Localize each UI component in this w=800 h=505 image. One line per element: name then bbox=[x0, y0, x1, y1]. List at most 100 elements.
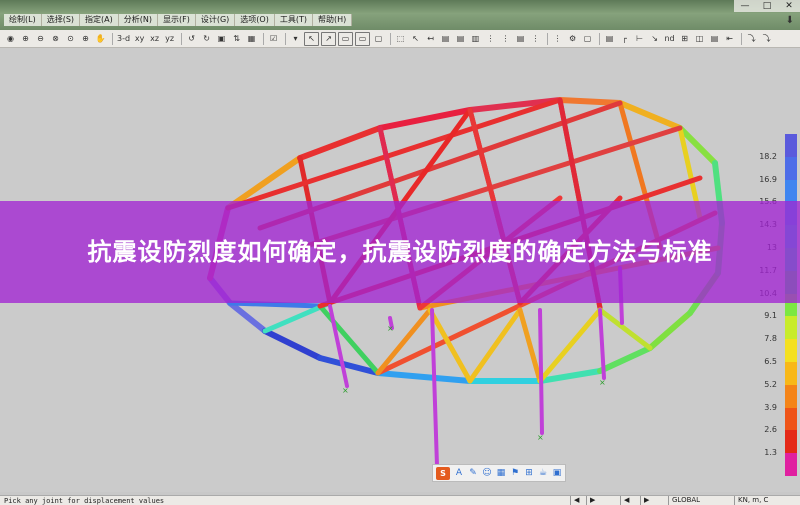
color-legend: 18.216.915.614.31311.710.49.17.86.55.23.… bbox=[759, 134, 797, 477]
toolbar-button-14[interactable]: ⇅ bbox=[230, 33, 243, 45]
menu-item-3[interactable]: 分析(N) bbox=[118, 14, 158, 26]
toolbar-button-39[interactable]: ↘ bbox=[648, 33, 661, 45]
text-tool-icon[interactable]: A bbox=[454, 468, 464, 478]
toolbar-button-46[interactable]: ⤵ bbox=[760, 33, 773, 45]
toolbar-button-1[interactable]: ⊕ bbox=[19, 33, 32, 45]
toolbar-button-4[interactable]: ⊙ bbox=[64, 33, 77, 45]
toolbar-button-34[interactable]: ⚙ bbox=[566, 33, 579, 45]
toolbar-button-22[interactable]: ▢ bbox=[372, 33, 385, 45]
pen-icon[interactable]: ✎ bbox=[468, 468, 478, 478]
prev-view-button[interactable]: ◀ bbox=[620, 496, 629, 505]
toolbar-button-31[interactable]: ▤ bbox=[514, 33, 527, 45]
toolbar-button-26[interactable]: ▤ bbox=[439, 33, 452, 45]
toolbar-button-30[interactable]: ⋮ bbox=[499, 33, 512, 45]
toolbar-button-19[interactable]: ↗ bbox=[321, 31, 337, 46]
frame-member[interactable] bbox=[597, 345, 653, 374]
toolbar-button-38[interactable]: ⊢ bbox=[633, 33, 646, 45]
toolbar-button-25[interactable]: ↤ bbox=[424, 33, 437, 45]
app-logo-icon[interactable]: S bbox=[436, 466, 450, 480]
frame-member[interactable] bbox=[647, 310, 693, 351]
maximize-button[interactable]: □ bbox=[756, 0, 778, 12]
frame-member[interactable] bbox=[328, 304, 349, 388]
menu-item-0[interactable]: 绘制(L) bbox=[4, 14, 42, 26]
units-select[interactable]: KN, m, C bbox=[734, 496, 798, 505]
toolbar-button-45[interactable]: ⤵ bbox=[745, 33, 758, 45]
frame-member[interactable] bbox=[375, 370, 473, 384]
menu-item-7[interactable]: 工具(T) bbox=[274, 14, 313, 26]
frame-member[interactable] bbox=[517, 307, 543, 384]
toolbar-button-32[interactable]: ⋮ bbox=[529, 33, 542, 45]
menu-item-2[interactable]: 指定(A) bbox=[80, 14, 119, 26]
toolbar-button-21[interactable]: ▭ bbox=[355, 31, 371, 46]
menu-item-6[interactable]: 选项(O) bbox=[235, 14, 275, 26]
frame-member[interactable] bbox=[430, 308, 439, 468]
keyboard-icon[interactable]: ▦ bbox=[496, 468, 506, 478]
toolbar-button-13[interactable]: ▣ bbox=[215, 33, 228, 45]
menu-item-4[interactable]: 显示(F) bbox=[157, 14, 196, 26]
toolbar-button-18[interactable]: ↖ bbox=[304, 31, 320, 46]
toolbar-button-40[interactable]: nd bbox=[663, 33, 676, 45]
download-icon[interactable]: ⬇ bbox=[786, 15, 794, 26]
support-icon[interactable]: ⨯ bbox=[387, 324, 394, 333]
frame-member[interactable] bbox=[538, 308, 544, 435]
menu-item-8[interactable]: 帮助(H) bbox=[312, 14, 353, 26]
toolbar-button-15[interactable]: ▦ bbox=[245, 33, 258, 45]
toolbar-button-5[interactable]: ⊕ bbox=[79, 33, 92, 45]
toolbar-button-11[interactable]: ↺ bbox=[185, 33, 198, 45]
toolbar-button-0[interactable]: ◉ bbox=[4, 33, 17, 45]
next-button[interactable]: ▶ bbox=[586, 496, 595, 505]
frame-member[interactable] bbox=[227, 300, 268, 334]
coord-system-select[interactable]: GLOBAL bbox=[668, 496, 730, 505]
shirt-icon[interactable]: ☕ bbox=[538, 468, 548, 478]
toolbar-button-17[interactable]: ▾ bbox=[289, 33, 302, 45]
toolbar-button-27[interactable]: ▤ bbox=[454, 33, 467, 45]
support-icon[interactable]: ⨯ bbox=[537, 433, 544, 442]
toolbar-button-16[interactable]: ☑ bbox=[267, 33, 280, 45]
toolbar-button-35[interactable]: ▢ bbox=[581, 33, 594, 45]
toolbar-button-10[interactable]: yz bbox=[163, 33, 176, 45]
next-view-button[interactable]: ▶ bbox=[640, 496, 649, 505]
toolbar-button-6[interactable]: ✋ bbox=[94, 33, 107, 45]
toolbar-button-7[interactable]: 3-d bbox=[116, 33, 131, 45]
toolbar-button-3[interactable]: ⊗ bbox=[49, 33, 62, 45]
support-icon[interactable]: ⨯ bbox=[599, 378, 606, 387]
menu-item-5[interactable]: 设计(G) bbox=[195, 14, 236, 26]
frame-member[interactable] bbox=[262, 328, 323, 361]
legend-value: 18.2 bbox=[759, 151, 777, 161]
prev-button[interactable]: ◀ bbox=[570, 496, 579, 505]
toolbar-button-37[interactable]: ┌ bbox=[618, 33, 631, 45]
frame-member[interactable] bbox=[375, 307, 433, 376]
toolbar-button-20[interactable]: ▭ bbox=[338, 31, 354, 46]
minimize-button[interactable]: — bbox=[734, 0, 756, 12]
toolbar-button-33[interactable]: ⋮ bbox=[551, 33, 564, 45]
frame-member[interactable] bbox=[297, 125, 383, 161]
frame-member[interactable] bbox=[557, 97, 623, 106]
toolbar-button-2[interactable]: ⊖ bbox=[34, 33, 47, 45]
toolbar-button-12[interactable]: ↻ bbox=[200, 33, 213, 45]
frame-member[interactable] bbox=[227, 300, 323, 309]
toolbar-button-8[interactable]: xy bbox=[133, 33, 146, 45]
toolbar-button-9[interactable]: xz bbox=[148, 33, 161, 45]
legend-band bbox=[785, 156, 797, 181]
toolbar-button-41[interactable]: ⊞ bbox=[678, 33, 691, 45]
frame-member[interactable] bbox=[467, 307, 523, 384]
frame-member[interactable] bbox=[597, 307, 653, 351]
toolbar-button-23[interactable]: ⬚ bbox=[394, 33, 407, 45]
toolbar-button-43[interactable]: ▤ bbox=[708, 33, 721, 45]
toolbar-button-36[interactable]: ▤ bbox=[603, 33, 616, 45]
toolbar-separator bbox=[741, 32, 743, 45]
toolbar-button-24[interactable]: ↖ bbox=[409, 33, 422, 45]
menu-item-1[interactable]: 选择(S) bbox=[41, 14, 81, 26]
close-button[interactable]: ✕ bbox=[778, 0, 800, 12]
flag-icon[interactable]: ⚑ bbox=[510, 468, 520, 478]
panel-icon[interactable]: ▣ bbox=[552, 468, 562, 478]
toolbar-button-29[interactable]: ⋮ bbox=[484, 33, 497, 45]
support-icon[interactable]: ⨯ bbox=[342, 386, 349, 395]
toolbar-button-28[interactable]: ▥ bbox=[469, 33, 482, 45]
toolbar-button-44[interactable]: ⇤ bbox=[723, 33, 736, 45]
frame-member[interactable] bbox=[617, 100, 683, 131]
sap-application-window: 绘制(L) 选择(S) 指定(A) 分析(N) 显示(F) 设计(G) 选项(O) 工具(T)… bbox=[0, 0, 800, 505]
grid-icon[interactable]: ⊞ bbox=[524, 468, 534, 478]
toolbar-button-42[interactable]: ◫ bbox=[693, 33, 706, 45]
emoji-icon[interactable]: ☺ bbox=[482, 468, 492, 478]
